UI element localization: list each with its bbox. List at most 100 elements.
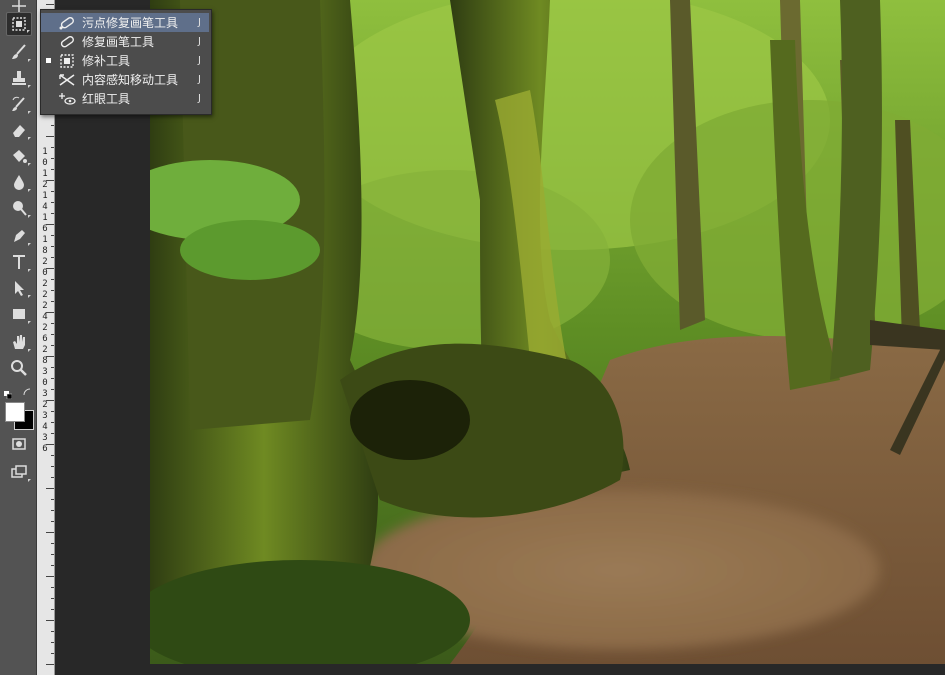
ruler-tick xyxy=(46,268,54,269)
forest-photo xyxy=(150,0,945,664)
brush-icon xyxy=(12,44,26,59)
ruler-tick xyxy=(46,444,54,445)
ruler-label: 2 xyxy=(42,323,48,333)
blur-icon xyxy=(14,175,24,190)
paint-bucket-icon xyxy=(13,150,27,163)
ruler-label: 3 xyxy=(42,433,48,443)
ruler-tick xyxy=(51,389,54,390)
ruler-tick xyxy=(46,400,54,401)
flyout-label: 修复画笔工具 xyxy=(82,35,155,49)
ruler-tick xyxy=(51,653,54,654)
flyout-item-healing-brush[interactable]: 修复画笔工具 J xyxy=(41,32,209,51)
ruler-tick xyxy=(51,246,54,247)
ruler-tick xyxy=(51,125,54,126)
hand-tool[interactable] xyxy=(6,330,32,354)
pen-tool[interactable] xyxy=(6,224,32,248)
patch-tool-icon xyxy=(12,17,26,31)
ruler-tick xyxy=(51,631,54,632)
ruler-tick xyxy=(51,554,54,555)
red-eye-icon xyxy=(59,92,76,105)
ruler-tick xyxy=(51,213,54,214)
eraser-tool[interactable] xyxy=(6,118,32,142)
ruler-tick xyxy=(51,301,54,302)
ruler-tick xyxy=(51,455,54,456)
rectangle-icon xyxy=(13,309,25,319)
default-colors-icon[interactable] xyxy=(4,384,13,400)
ruler-tick xyxy=(51,367,54,368)
rectangle-tool[interactable] xyxy=(6,302,32,326)
foreground-color-swatch[interactable] xyxy=(5,402,25,422)
clone-stamp-tool[interactable] xyxy=(6,66,32,90)
history-brush-tool[interactable] xyxy=(6,92,32,116)
brush-tool[interactable] xyxy=(6,40,32,64)
flyout-item-patch[interactable]: 修补工具 J xyxy=(41,51,209,70)
spot-healing-brush-icon xyxy=(59,16,74,29)
zoom-icon xyxy=(11,360,27,376)
swap-colors-icon[interactable] xyxy=(22,382,32,396)
screen-mode-button[interactable] xyxy=(6,460,32,484)
ruler-tick xyxy=(46,576,54,577)
ruler-tick xyxy=(46,356,54,357)
ruler-tick xyxy=(46,620,54,621)
path-selection-tool[interactable] xyxy=(6,276,32,300)
paint-bucket-tool[interactable] xyxy=(6,144,32,168)
ruler-label: 3 xyxy=(42,389,48,399)
ruler-tick xyxy=(51,521,54,522)
flyout-shortcut: J xyxy=(198,74,201,85)
ruler-tick xyxy=(51,169,54,170)
hand-icon xyxy=(13,335,25,349)
flyout-label: 红眼工具 xyxy=(82,92,131,106)
flyout-shortcut: J xyxy=(198,17,201,28)
ruler-tick xyxy=(46,136,54,137)
screen-mode-icon xyxy=(11,465,27,478)
ruler-label: 8 xyxy=(42,356,48,366)
ruler-label: 3 xyxy=(42,367,48,377)
flyout-item-red-eye[interactable]: 红眼工具 J xyxy=(41,89,209,108)
document-canvas[interactable] xyxy=(150,0,945,664)
ruler-tick xyxy=(51,433,54,434)
ruler-tick xyxy=(51,411,54,412)
ruler-tick xyxy=(46,664,54,665)
ruler-tick xyxy=(46,532,54,533)
tools-panel xyxy=(0,0,37,675)
ruler-label: 0 xyxy=(42,158,48,168)
path-selection-icon xyxy=(15,281,24,296)
ruler-tick xyxy=(51,345,54,346)
ruler-tick xyxy=(46,224,54,225)
patch-tool[interactable] xyxy=(6,12,32,36)
ruler-label: 1 xyxy=(42,169,48,179)
healing-tools-flyout: 污点修复画笔工具 J 修复画笔工具 J 修补工具 J 内容感知移动工具 J 红眼… xyxy=(40,9,212,115)
ruler-tick xyxy=(51,543,54,544)
flyout-shortcut: J xyxy=(198,36,201,47)
quick-mask-icon xyxy=(12,438,26,450)
blur-tool[interactable] xyxy=(6,170,32,194)
flyout-item-content-aware-move[interactable]: 内容感知移动工具 J xyxy=(41,70,209,89)
flyout-label: 修补工具 xyxy=(82,54,131,68)
ruler-label: 0 xyxy=(42,378,48,388)
ruler-label: 1 xyxy=(42,213,48,223)
ruler-label: 6 xyxy=(42,224,48,234)
flyout-shortcut: J xyxy=(198,55,201,66)
patch-icon xyxy=(60,53,74,68)
ruler-tick xyxy=(51,609,54,610)
ruler-tick xyxy=(51,279,54,280)
ruler-label: 6 xyxy=(42,334,48,344)
ruler-tick xyxy=(51,378,54,379)
ruler-label: 0 xyxy=(42,268,48,278)
ruler-label: 2 xyxy=(42,279,48,289)
ruler-label: 2 xyxy=(42,257,48,267)
flyout-item-spot-healing-brush[interactable]: 污点修复画笔工具 J xyxy=(41,13,209,32)
ruler-tick xyxy=(51,191,54,192)
quick-mask-button[interactable] xyxy=(6,432,32,456)
ruler-tick xyxy=(51,466,54,467)
type-tool[interactable] xyxy=(6,250,32,274)
ruler-tick xyxy=(51,477,54,478)
dodge-tool[interactable] xyxy=(6,196,32,220)
ruler-tick xyxy=(51,642,54,643)
canvas-bottom-edge xyxy=(150,664,945,675)
ruler-tick xyxy=(51,290,54,291)
ruler-tick xyxy=(51,202,54,203)
zoom-tool[interactable] xyxy=(6,356,32,380)
ruler-tick xyxy=(51,565,54,566)
ruler-tick xyxy=(46,312,54,313)
